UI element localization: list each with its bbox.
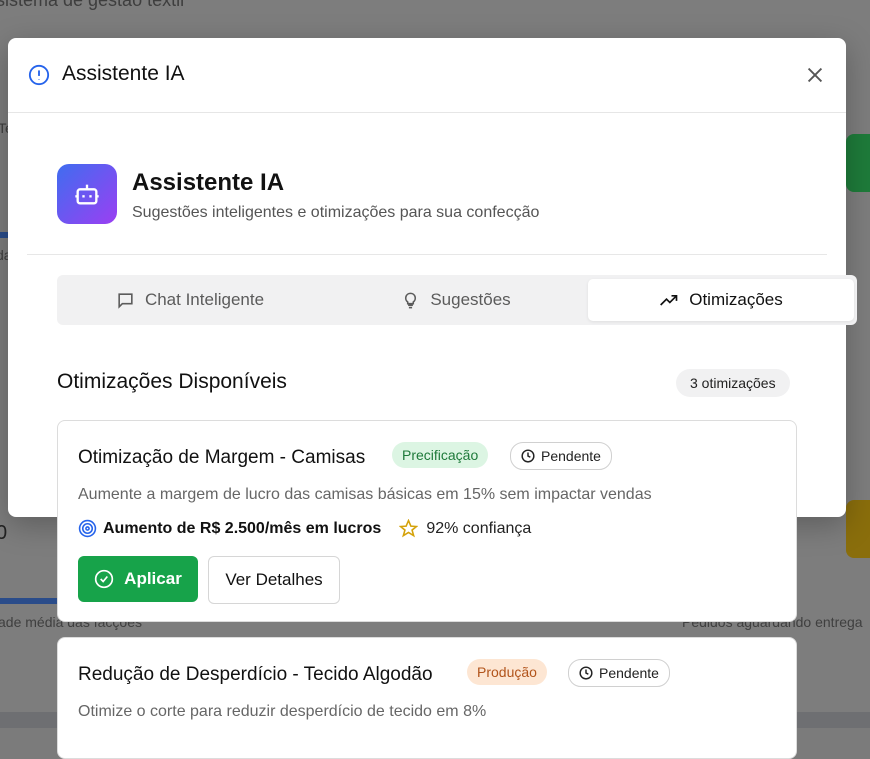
tab-label: Chat Inteligente [144, 290, 265, 309]
bg-progress [0, 598, 60, 604]
card-description: Aumente a margem de lucro das camisas bá… [78, 486, 652, 503]
apply-button[interactable]: Aplicar [78, 556, 198, 602]
star-icon [399, 519, 419, 538]
apply-label: Aplicar [124, 569, 182, 588]
tab-optimizations[interactable]: Otimizações [588, 279, 854, 321]
card-title: Redução de Desperdício - Tecido Algodão [78, 664, 433, 685]
tab-chat[interactable]: Chat Inteligente [57, 275, 323, 325]
tab-label: Otimizações [689, 290, 783, 309]
target-icon [78, 519, 97, 538]
clock-icon [579, 666, 593, 680]
bot-badge [57, 164, 117, 224]
section-title: Otimizações Disponíveis [57, 370, 287, 393]
app-title: sistema de gestão têxtil [0, 0, 185, 10]
bg-fragment: 0 [0, 522, 8, 544]
trending-up-icon [660, 295, 678, 306]
bg-progress [0, 232, 8, 238]
metric-row: Aumento de R$ 2.500/mês em lucros 92% co… [78, 519, 531, 538]
info-circle-icon [28, 64, 50, 86]
optimization-card: Otimização de Margem - Camisas Precifica… [57, 420, 797, 622]
optimization-card: Redução de Desperdício - Tecido Algodão … [57, 637, 797, 759]
status-badge: Pendente [568, 659, 670, 687]
clock-icon [521, 449, 535, 463]
status-badge: Pendente [510, 442, 612, 470]
check-circle-icon [95, 569, 114, 589]
count-badge: 3 otimizações [676, 369, 790, 397]
modal-title: Assistente IA [62, 62, 185, 85]
message-square-icon [118, 292, 133, 309]
category-tag: Produção [467, 659, 547, 685]
status-label: Pendente [599, 665, 659, 681]
hero-subtitle: Sugestões inteligentes e otimizações par… [132, 204, 540, 221]
category-tag: Precificação [392, 442, 489, 468]
modal-header: Assistente IA [8, 38, 846, 113]
tab-label: Sugestões [430, 290, 511, 309]
tab-suggestions[interactable]: Sugestões [323, 275, 589, 325]
divider [27, 254, 827, 255]
card-title: Otimização de Margem - Camisas [78, 447, 366, 468]
confidence-text: 92% confiança [426, 519, 532, 537]
lightbulb-icon [405, 292, 417, 308]
tab-bar: Chat Inteligente Sugestões Otimizações [57, 275, 857, 325]
hero-title: Assistente IA [132, 169, 285, 196]
status-label: Pendente [541, 448, 601, 464]
bg-card-accent [846, 134, 870, 192]
card-description: Otimize o corte para reduzir desperdício… [78, 703, 487, 720]
bot-icon [75, 184, 99, 205]
impact-text: Aumento de R$ 2.500/mês em lucros [103, 519, 382, 537]
bg-card-accent [846, 500, 870, 558]
details-button[interactable]: Ver Detalhes [208, 556, 340, 604]
close-icon[interactable] [804, 64, 826, 86]
